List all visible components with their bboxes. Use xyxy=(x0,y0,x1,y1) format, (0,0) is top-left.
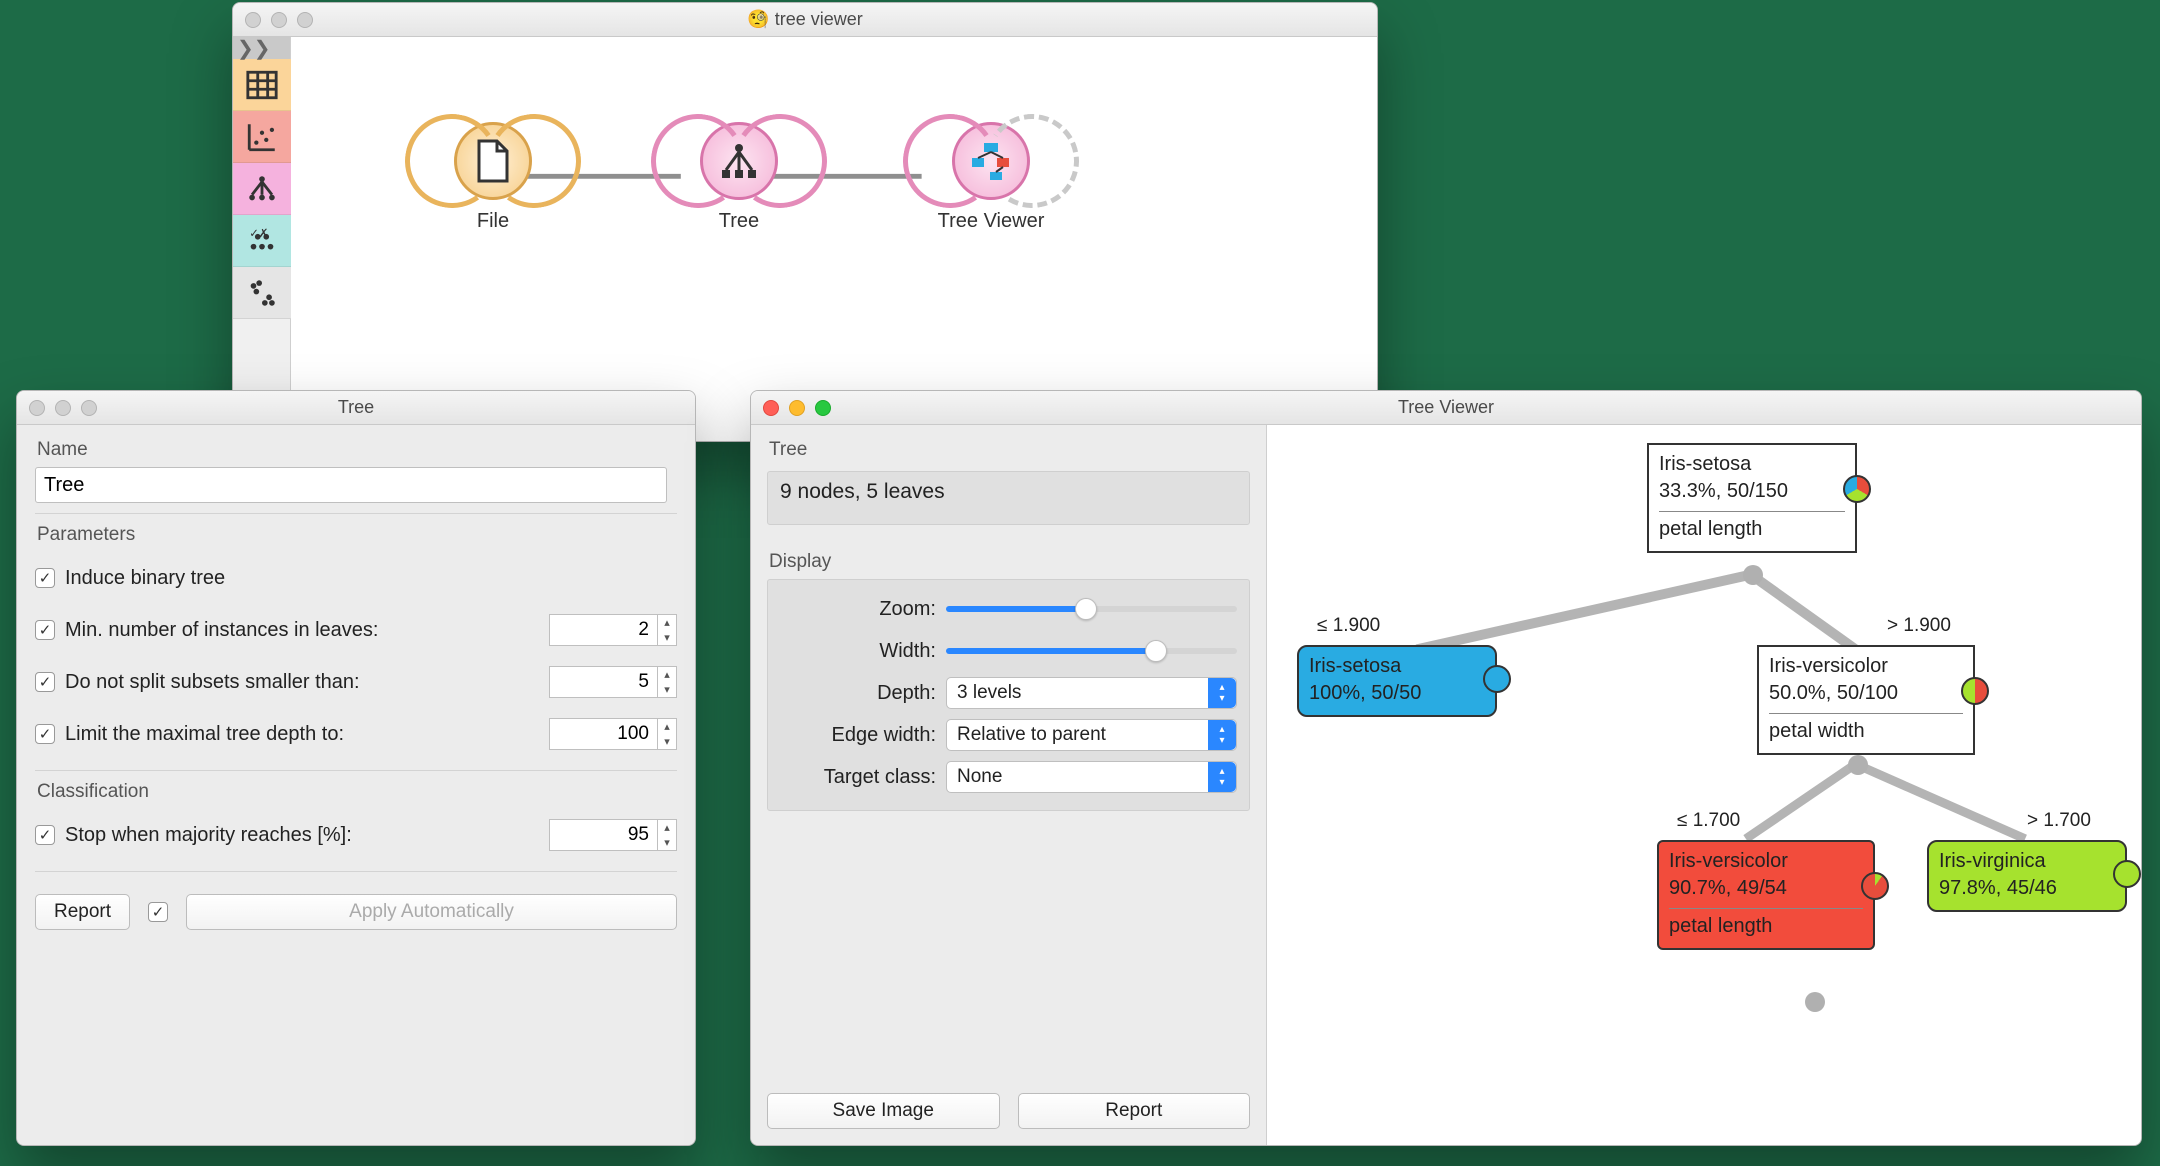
close-icon[interactable] xyxy=(245,12,261,28)
node-file[interactable]: File xyxy=(423,122,563,233)
pie-badge-icon xyxy=(1861,872,1889,900)
zoom-slider[interactable] xyxy=(946,606,1237,612)
parameters-section-label: Parameters xyxy=(37,524,677,546)
edge-width-select[interactable]: Relative to parent ▴▾ xyxy=(946,719,1237,751)
pie-badge-icon xyxy=(1843,475,1871,503)
target-class-select[interactable]: None ▴▾ xyxy=(946,761,1237,793)
tree-settings-title: Tree xyxy=(17,397,695,418)
classification-section-label: Classification xyxy=(37,781,677,803)
node-label: Tree xyxy=(669,210,809,233)
minimize-icon[interactable] xyxy=(789,400,805,416)
majority-checkbox[interactable]: ✓ Stop when majority reaches [%]: xyxy=(35,824,352,847)
no-split-stepper[interactable]: ▴▾ xyxy=(549,665,677,699)
chevron-up-icon: ▴ xyxy=(658,615,676,630)
node-label: Tree Viewer xyxy=(901,210,1081,233)
node-tree[interactable]: Tree xyxy=(669,122,809,233)
viewer-sidebar: Tree 9 nodes, 5 leaves Display Zoom: Wid… xyxy=(751,425,1267,1145)
category-data[interactable] xyxy=(233,59,291,111)
tree-settings-window: Tree Name Parameters ✓ Induce binary tre… xyxy=(16,390,696,1146)
zoom-icon[interactable] xyxy=(815,400,831,416)
workflow-canvas[interactable]: File Tree xyxy=(313,37,1377,441)
depth-select[interactable]: 3 levels ▴▾ xyxy=(946,677,1237,709)
workflow-titlebar[interactable]: 🧐 tree viewer xyxy=(233,3,1377,37)
target-class-label: Target class: xyxy=(780,766,936,789)
edge-label: > 1.900 xyxy=(1887,615,1951,637)
auto-apply-checkbox[interactable]: ✓ xyxy=(148,902,168,922)
pie-badge-icon xyxy=(1483,665,1511,693)
category-model[interactable] xyxy=(233,163,291,215)
pie-badge-icon xyxy=(2113,860,2141,888)
tree-node-root[interactable]: Iris-setosa 33.3%, 50/150 petal length xyxy=(1647,443,1857,553)
tree-joint-icon xyxy=(1743,565,1763,585)
edge-label: ≤ 1.900 xyxy=(1317,615,1380,637)
display-section-label: Display xyxy=(769,551,1250,573)
width-slider[interactable] xyxy=(946,648,1237,654)
edge-label: ≤ 1.700 xyxy=(1677,810,1740,832)
edge-label: > 1.700 xyxy=(2027,810,2091,832)
zoom-icon[interactable] xyxy=(81,400,97,416)
chevron-down-icon: ▾ xyxy=(658,630,676,645)
tree-node-leaf-setosa[interactable]: Iris-setosa 100%, 50/50 xyxy=(1297,645,1497,717)
viewer-report-button[interactable]: Report xyxy=(1018,1093,1251,1129)
max-depth-checkbox[interactable]: ✓ Limit the maximal tree depth to: xyxy=(35,723,344,746)
tree-node-virginica[interactable]: Iris-virginica 97.8%, 45/46 xyxy=(1927,840,2127,912)
pie-badge-icon xyxy=(1961,677,1989,705)
category-evaluate[interactable]: ✓✗ xyxy=(233,215,291,267)
zoom-label: Zoom: xyxy=(780,598,936,621)
tree-viewer-window: Tree Viewer Tree 9 nodes, 5 leaves Displ… xyxy=(750,390,2142,1146)
close-icon[interactable] xyxy=(29,400,45,416)
majority-stepper[interactable]: ▴▾ xyxy=(549,818,677,852)
save-image-button[interactable]: Save Image xyxy=(767,1093,1000,1129)
tree-settings-titlebar[interactable]: Tree xyxy=(17,391,695,425)
edge-width-label: Edge width: xyxy=(780,724,936,747)
induce-binary-checkbox[interactable]: ✓ Induce binary tree xyxy=(35,567,225,590)
tree-joint-icon xyxy=(1805,992,1825,1012)
workflow-title: tree viewer xyxy=(775,9,863,29)
tree-viewer-titlebar[interactable]: Tree Viewer xyxy=(751,391,2141,425)
minimize-icon[interactable] xyxy=(271,12,287,28)
app-icon: 🧐 xyxy=(747,9,769,29)
category-visualize[interactable] xyxy=(233,111,291,163)
width-label: Width: xyxy=(780,640,936,663)
tree-info-box: 9 nodes, 5 leaves xyxy=(767,471,1250,525)
zoom-icon[interactable] xyxy=(297,12,313,28)
node-tree-viewer[interactable]: Tree Viewer xyxy=(901,122,1081,233)
report-button[interactable]: Report xyxy=(35,894,130,930)
tree-info-label: Tree xyxy=(769,439,1250,461)
expand-rail-icon[interactable]: ❯❯ xyxy=(233,37,290,59)
depth-label: Depth: xyxy=(780,682,936,705)
apply-automatically-button[interactable]: Apply Automatically xyxy=(186,894,677,930)
min-instances-checkbox[interactable]: ✓ Min. number of instances in leaves: xyxy=(35,619,379,642)
min-instances-stepper[interactable]: ▴▾ xyxy=(549,613,677,647)
category-rail: ❯❯ ✓✗ xyxy=(233,37,291,441)
workflow-window: 🧐 tree viewer ❯❯ ✓✗ xyxy=(232,2,1378,442)
name-section-label: Name xyxy=(37,439,677,461)
max-depth-stepper[interactable]: ▴▾ xyxy=(549,717,677,751)
tree-node-mid[interactable]: Iris-versicolor 50.0%, 50/100 petal widt… xyxy=(1757,645,1975,755)
tree-viewer-title: Tree Viewer xyxy=(751,397,2141,418)
tree-diagram[interactable]: Iris-setosa 33.3%, 50/150 petal length ≤… xyxy=(1267,425,2141,1145)
minimize-icon[interactable] xyxy=(55,400,71,416)
name-input[interactable] xyxy=(35,467,667,503)
no-split-checkbox[interactable]: ✓ Do not split subsets smaller than: xyxy=(35,671,360,694)
tree-joint-icon xyxy=(1848,755,1868,775)
tree-node-versicolor[interactable]: Iris-versicolor 90.7%, 49/54 petal lengt… xyxy=(1657,840,1875,950)
category-unsupervised[interactable] xyxy=(233,267,291,319)
close-icon[interactable] xyxy=(763,400,779,416)
node-label: File xyxy=(423,210,563,233)
